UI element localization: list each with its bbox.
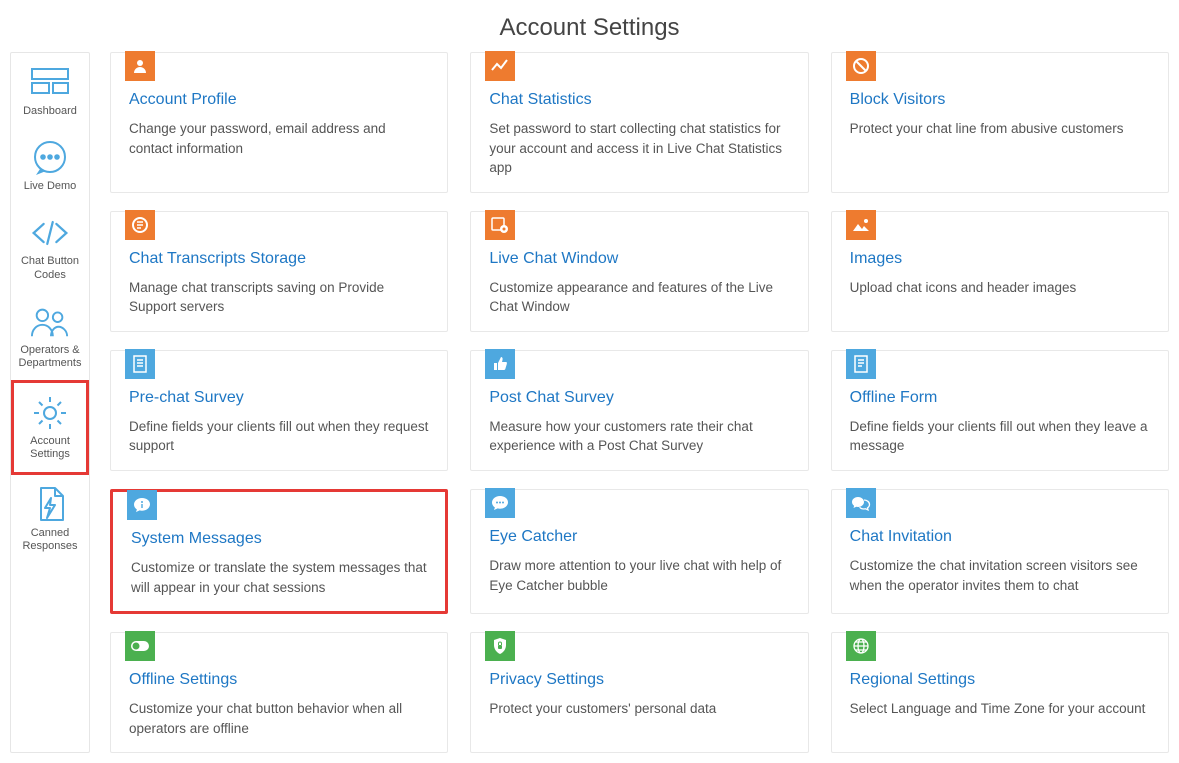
card-title: Account Profile bbox=[129, 91, 429, 109]
card-title: Offline Settings bbox=[129, 671, 429, 689]
sidebar-item-live-demo[interactable]: Live Demo bbox=[11, 128, 89, 203]
form-icon bbox=[846, 349, 876, 379]
thumb-up-icon bbox=[485, 349, 515, 379]
card-title: Privacy Settings bbox=[489, 671, 789, 689]
sidebar: Dashboard Live Demo Chat Button Codes bbox=[10, 52, 90, 753]
card-title: Block Visitors bbox=[850, 91, 1150, 109]
card-title: Pre-chat Survey bbox=[129, 389, 429, 407]
bubbles-icon bbox=[846, 488, 876, 518]
card-desc: Change your password, email address and … bbox=[129, 119, 429, 158]
code-icon bbox=[30, 215, 70, 251]
sidebar-item-operators-departments[interactable]: Operators & Departments bbox=[11, 292, 89, 380]
card-desc: Customize appearance and features of the… bbox=[489, 278, 789, 317]
card-desc: Customize your chat button behavior when… bbox=[129, 699, 429, 738]
dashboard-icon bbox=[30, 65, 70, 101]
sidebar-label: Operators & Departments bbox=[13, 344, 87, 370]
card-desc: Select Language and Time Zone for your a… bbox=[850, 699, 1150, 719]
card-privacy-settings[interactable]: Privacy Settings Protect your customers' … bbox=[470, 632, 808, 753]
image-icon bbox=[846, 210, 876, 240]
card-desc: Define fields your clients fill out when… bbox=[129, 417, 429, 456]
card-desc: Draw more attention to your live chat wi… bbox=[489, 556, 789, 595]
bubble-info-icon bbox=[127, 490, 157, 520]
card-desc: Manage chat transcripts saving on Provid… bbox=[129, 278, 429, 317]
settings-grid: Account Profile Change your password, ema… bbox=[110, 52, 1169, 753]
card-pre-chat-survey[interactable]: Pre-chat Survey Define fields your client… bbox=[110, 350, 448, 471]
card-chat-invitation[interactable]: Chat Invitation Customize the chat invita… bbox=[831, 489, 1169, 614]
person-icon bbox=[125, 51, 155, 81]
card-title: Chat Invitation bbox=[850, 528, 1150, 546]
people-icon bbox=[30, 304, 70, 340]
card-chat-statistics[interactable]: Chat Statistics Set password to start col… bbox=[470, 52, 808, 193]
card-offline-form[interactable]: Offline Form Define fields your clients f… bbox=[831, 350, 1169, 471]
sidebar-item-account-settings[interactable]: Account Settings bbox=[11, 380, 89, 474]
card-offline-settings[interactable]: Offline Settings Customize your chat butt… bbox=[110, 632, 448, 753]
page-title: Account Settings bbox=[0, 0, 1179, 52]
card-desc: Define fields your clients fill out when… bbox=[850, 417, 1150, 456]
block-icon bbox=[846, 51, 876, 81]
card-eye-catcher[interactable]: Eye Catcher Draw more attention to your l… bbox=[470, 489, 808, 614]
sidebar-label: Canned Responses bbox=[13, 527, 87, 553]
card-title: System Messages bbox=[131, 530, 427, 548]
card-title: Post Chat Survey bbox=[489, 389, 789, 407]
card-title: Regional Settings bbox=[850, 671, 1150, 689]
gear-icon bbox=[30, 395, 70, 431]
trend-icon bbox=[485, 51, 515, 81]
sidebar-item-chat-button-codes[interactable]: Chat Button Codes bbox=[11, 203, 89, 291]
shield-icon bbox=[485, 631, 515, 661]
sidebar-label: Dashboard bbox=[23, 105, 77, 118]
chat-bubble-icon bbox=[30, 140, 70, 176]
card-regional-settings[interactable]: Regional Settings Select Language and Tim… bbox=[831, 632, 1169, 753]
card-images[interactable]: Images Upload chat icons and header image… bbox=[831, 211, 1169, 332]
card-title: Live Chat Window bbox=[489, 250, 789, 268]
card-title: Chat Transcripts Storage bbox=[129, 250, 429, 268]
card-block-visitors[interactable]: Block Visitors Protect your chat line fro… bbox=[831, 52, 1169, 193]
form-icon bbox=[125, 349, 155, 379]
card-desc: Customize or translate the system messag… bbox=[131, 558, 427, 597]
sidebar-label: Live Demo bbox=[24, 180, 77, 193]
card-title: Chat Statistics bbox=[489, 91, 789, 109]
window-gear-icon bbox=[485, 210, 515, 240]
storage-icon bbox=[125, 210, 155, 240]
card-desc: Customize the chat invitation screen vis… bbox=[850, 556, 1150, 595]
sidebar-item-dashboard[interactable]: Dashboard bbox=[11, 53, 89, 128]
globe-icon bbox=[846, 631, 876, 661]
card-desc: Protect your customers' personal data bbox=[489, 699, 789, 719]
card-title: Offline Form bbox=[850, 389, 1150, 407]
bolt-doc-icon bbox=[30, 487, 70, 523]
card-desc: Protect your chat line from abusive cust… bbox=[850, 119, 1150, 139]
card-title: Images bbox=[850, 250, 1150, 268]
card-live-chat-window[interactable]: Live Chat Window Customize appearance and… bbox=[470, 211, 808, 332]
sidebar-item-canned-responses[interactable]: Canned Responses bbox=[11, 475, 89, 563]
card-desc: Set password to start collecting chat st… bbox=[489, 119, 789, 178]
card-system-messages[interactable]: System Messages Customize or translate th… bbox=[110, 489, 448, 614]
toggle-icon bbox=[125, 631, 155, 661]
card-account-profile[interactable]: Account Profile Change your password, ema… bbox=[110, 52, 448, 193]
sidebar-label: Chat Button Codes bbox=[13, 255, 87, 281]
card-desc: Upload chat icons and header images bbox=[850, 278, 1150, 298]
card-title: Eye Catcher bbox=[489, 528, 789, 546]
card-desc: Measure how your customers rate their ch… bbox=[489, 417, 789, 456]
main-layout: Dashboard Live Demo Chat Button Codes bbox=[0, 52, 1179, 763]
card-chat-transcripts-storage[interactable]: Chat Transcripts Storage Manage chat tran… bbox=[110, 211, 448, 332]
card-post-chat-survey[interactable]: Post Chat Survey Measure how your custome… bbox=[470, 350, 808, 471]
sidebar-label: Account Settings bbox=[16, 435, 84, 461]
bubble-dots-icon bbox=[485, 488, 515, 518]
